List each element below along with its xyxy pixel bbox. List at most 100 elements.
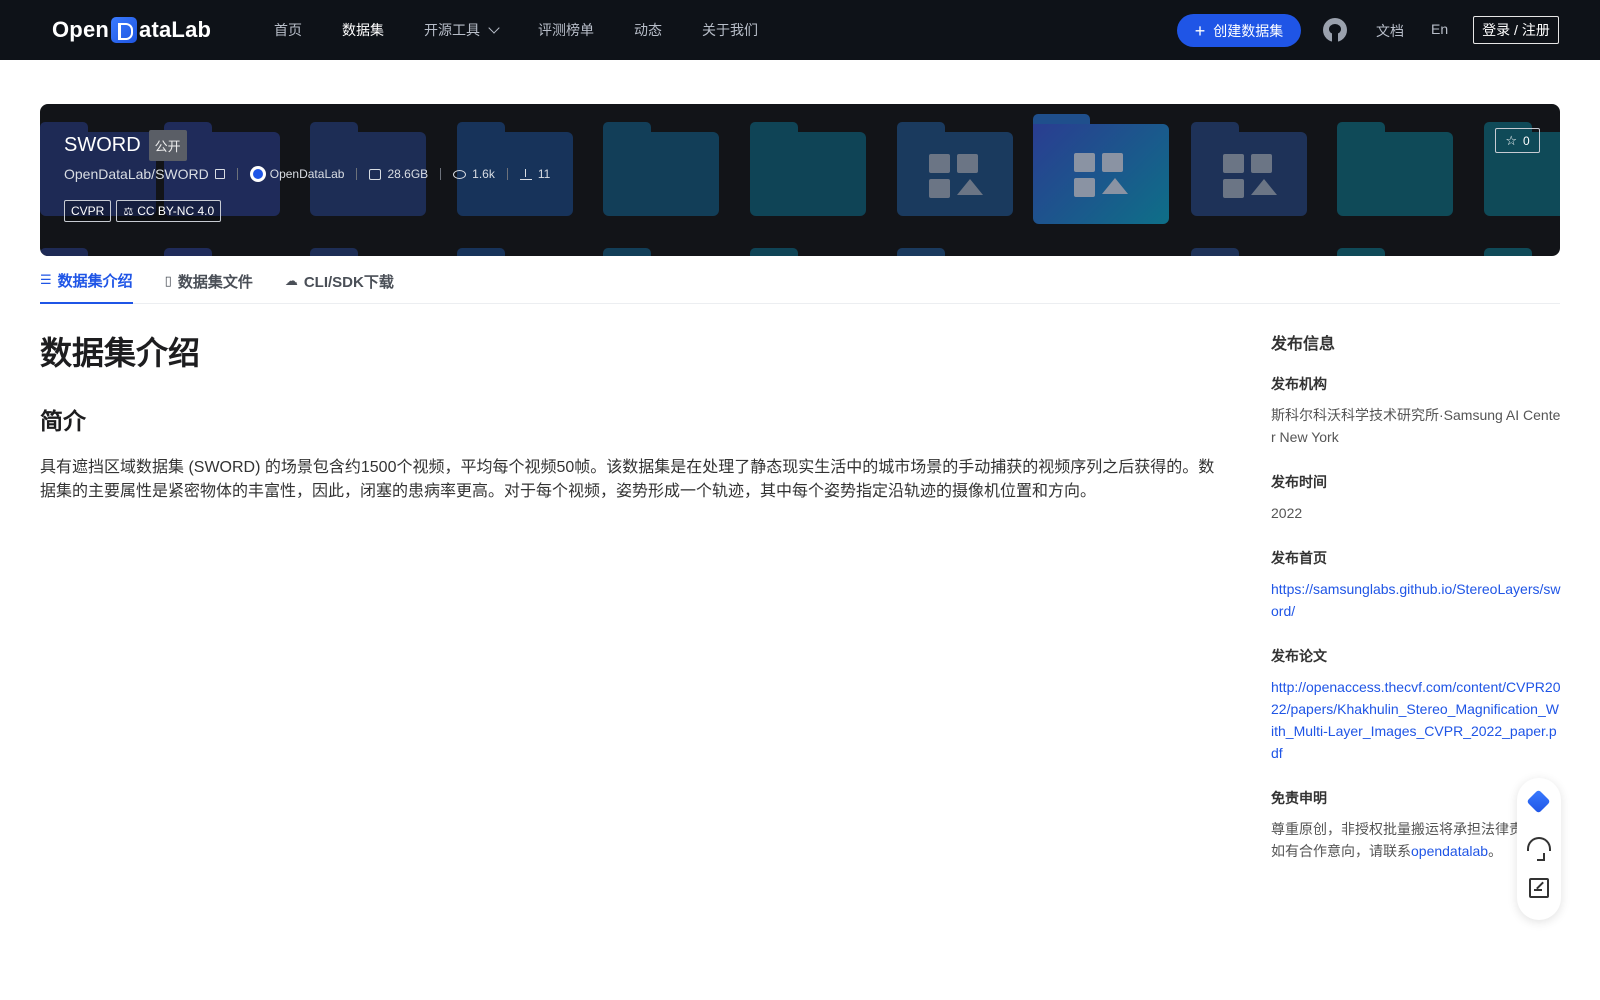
disclaimer-line-2: 如有合作意向，请联系: [1271, 843, 1411, 859]
meta-divider: [506, 168, 508, 180]
create-dataset-label: 创建数据集: [1213, 22, 1284, 39]
star-icon: ☆: [1505, 132, 1517, 148]
download-count: 11: [537, 167, 551, 181]
org-avatar: [249, 166, 266, 182]
file-icon: ▯: [164, 273, 172, 288]
logo-text-open: Open: [52, 17, 110, 42]
cloud-icon: ☁: [284, 273, 298, 288]
publisher-value: 斯科尔科沃科学技术研究所·Samsung AI Center New York: [1271, 407, 1561, 445]
dataset-title-row: SWORD 公开: [64, 130, 187, 161]
dataset-title: SWORD: [64, 134, 141, 156]
tab-dataset-intro[interactable]: ☰ 数据集介绍: [40, 258, 133, 304]
nav-label: 开源工具: [424, 22, 480, 38]
login-register-button[interactable]: 登录 / 注册: [1473, 16, 1559, 44]
disclaimer-suffix: 。: [1488, 843, 1503, 859]
paper-label: 发布论文: [1271, 648, 1327, 664]
folder-icon: [1337, 122, 1453, 216]
folder-icon: [40, 248, 156, 256]
tab-label: 数据集介绍: [57, 272, 133, 290]
folder-icon: [750, 248, 866, 256]
chevron-down-icon: [488, 22, 500, 34]
release-info-heading: 发布信息: [1271, 336, 1336, 353]
folder-icon-highlight: [1033, 114, 1169, 224]
nav-label: 首页: [274, 22, 302, 38]
dataset-tags: CVPR ⚖ CC BY-NC 4.0: [64, 200, 226, 222]
github-icon[interactable]: [1323, 18, 1347, 42]
view-count: 1.6k: [472, 167, 495, 181]
logo[interactable]: Open ataLab: [52, 14, 211, 46]
paper-link[interactable]: http://openaccess.thecvf.com/content/CVP…: [1271, 679, 1561, 761]
folder-icon: [603, 122, 719, 216]
headset-icon[interactable]: [1527, 837, 1551, 861]
star-button[interactable]: ☆ 0: [1495, 128, 1540, 153]
visibility-badge: 公开: [148, 130, 187, 161]
homepage-label: 发布首页: [1271, 550, 1327, 566]
eye-icon: [453, 169, 467, 179]
folder-icon: [1484, 248, 1560, 256]
folder-icon: [310, 248, 426, 256]
folder-icon: [750, 122, 866, 216]
docs-link[interactable]: 文档: [1376, 21, 1404, 41]
tab-label: CLI/SDK下载: [303, 273, 394, 291]
edit-icon[interactable]: [1529, 878, 1549, 898]
paper-value: http://openaccess.thecvf.com/content/CVP…: [1271, 676, 1561, 764]
create-dataset-button[interactable]: + 创建数据集: [1177, 14, 1301, 47]
org-name[interactable]: OpenDataLab: [270, 167, 345, 181]
nav-label: 数据集: [342, 22, 384, 38]
publisher-label: 发布机构: [1271, 376, 1327, 392]
tag-conference[interactable]: CVPR: [64, 200, 112, 222]
folder-icon: [1191, 122, 1307, 216]
nav-item-news[interactable]: 动态: [634, 20, 662, 40]
diamond-icon[interactable]: [1527, 790, 1551, 814]
download-icon: [519, 168, 532, 180]
folder-icon: [897, 248, 1013, 256]
language-switch[interactable]: En: [1431, 21, 1448, 37]
tab-dataset-files[interactable]: ▯ 数据集文件: [165, 258, 253, 304]
folder-icon: [164, 248, 280, 256]
section-title-intro: 简介: [40, 408, 86, 434]
database-icon: ☰: [40, 272, 52, 287]
floating-toolbar: [1517, 778, 1561, 920]
plus-icon: +: [1194, 20, 1206, 41]
nav-item-home[interactable]: 首页: [274, 20, 302, 40]
repo-path: OpenDataLab/SWORD: [64, 166, 209, 182]
page-title: 数据集介绍: [40, 335, 201, 371]
copy-icon[interactable]: [214, 169, 225, 179]
top-navigation-bar: Open ataLab 首页 数据集 开源工具 评测榜单 动态 关于我们 + 创建…: [0, 0, 1600, 60]
nav-label: 动态: [634, 22, 662, 38]
release-time-label: 发布时间: [1271, 474, 1327, 490]
meta-divider: [356, 168, 358, 180]
disk-icon: [369, 168, 382, 180]
main-nav: 首页 数据集 开源工具 评测榜单 动态 关于我们: [274, 0, 798, 60]
nav-item-datasets[interactable]: 数据集: [342, 20, 384, 40]
tag-label: CVPR: [71, 204, 105, 218]
folder-icon: [897, 122, 1013, 216]
license-icon: ⚖: [123, 205, 134, 218]
homepage-link[interactable]: https://samsunglabs.github.io/StereoLaye…: [1271, 581, 1561, 619]
folder-icon: [1191, 248, 1307, 256]
nav-label: 关于我们: [702, 22, 758, 38]
nav-label: 评测榜单: [538, 22, 594, 38]
nav-item-open-tools[interactable]: 开源工具: [424, 20, 500, 40]
contact-link[interactable]: opendatalab: [1411, 843, 1488, 859]
tab-label: 数据集文件: [177, 273, 253, 291]
folder-icon: [603, 248, 719, 256]
nav-item-about[interactable]: 关于我们: [702, 20, 758, 40]
tag-license[interactable]: ⚖ CC BY-NC 4.0: [116, 200, 222, 222]
dataset-meta-row: OpenDataLab/SWORD OpenDataLab 28.6GB 1.6…: [64, 166, 550, 182]
folder-icon: [1337, 248, 1453, 256]
star-count: 0: [1522, 133, 1530, 148]
meta-divider: [440, 168, 442, 180]
dataset-description: 具有遮挡区域数据集 (SWORD) 的场景包含约1500个视频，平均每个视频50…: [40, 459, 1215, 500]
tab-cli-sdk-download[interactable]: ☁ CLI/SDK下载: [285, 258, 394, 304]
meta-divider: [236, 168, 238, 180]
folder-icon: [457, 248, 573, 256]
release-time-value: 2022: [1271, 505, 1303, 521]
dataset-banner: SWORD 公开 OpenDataLab/SWORD OpenDataLab 2…: [40, 104, 1560, 256]
dataset-size: 28.6GB: [387, 167, 429, 181]
homepage-value: https://samsunglabs.github.io/StereoLaye…: [1271, 578, 1561, 622]
logo-text-datalab: ataLab: [139, 17, 212, 42]
nav-item-leaderboard[interactable]: 评测榜单: [538, 20, 594, 40]
logo-mark-icon: [111, 17, 138, 43]
tag-label: CC BY-NC 4.0: [137, 204, 215, 218]
